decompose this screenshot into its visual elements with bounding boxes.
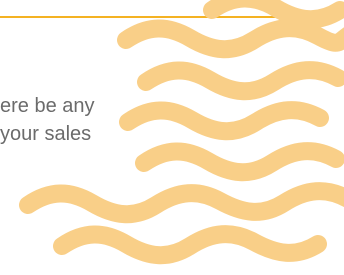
body-text-block: ere be any your sales xyxy=(0,92,95,148)
slide-canvas: ere be any your sales xyxy=(0,0,344,275)
wave-stroke xyxy=(117,19,344,59)
wave-stroke xyxy=(19,182,344,224)
wave-stroke xyxy=(137,61,344,101)
wave-stroke xyxy=(203,0,344,29)
wave-stroke xyxy=(119,101,329,141)
wave-stroke xyxy=(135,142,344,182)
body-text-line: your sales xyxy=(0,123,92,145)
body-text-line: ere be any xyxy=(0,95,95,117)
wave-stroke xyxy=(53,225,327,265)
